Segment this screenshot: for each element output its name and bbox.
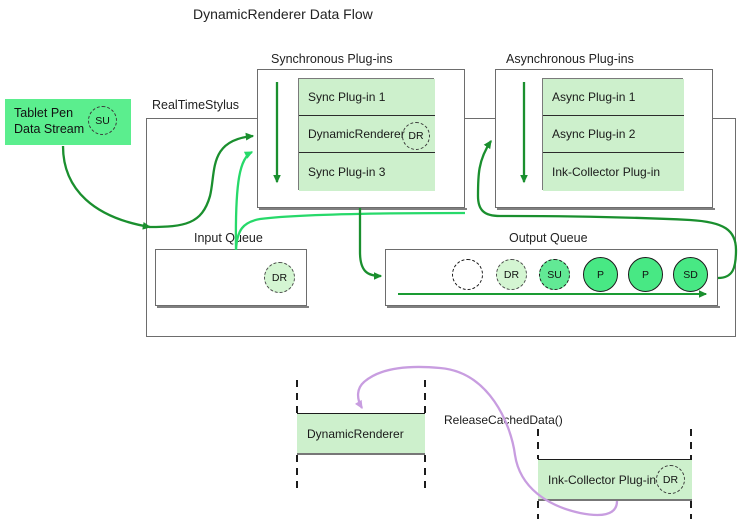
input-queue-shadow [157, 306, 309, 308]
async-plugin-row-1[interactable]: Async Plug-in 1 [543, 79, 684, 116]
realtimestylus-label: RealTimeStylus [152, 98, 240, 112]
output-queue-caption: Output Queue [509, 231, 588, 245]
output-queue-item-1-label: DR [503, 268, 520, 281]
output-queue-item-4-label: P [641, 268, 649, 281]
dr-badge-text: DR [408, 130, 424, 142]
input-queue-item-0[interactable]: DR [264, 262, 295, 293]
input-queue-item-0-label: DR [271, 271, 288, 284]
sync-plugins-caption: Synchronous Plug-ins [271, 52, 393, 66]
async-plugin-label-1: Async Plug-in 1 [552, 90, 636, 104]
async-plugins-stack: Async Plug-in 1 Async Plug-in 2 Ink-Coll… [542, 78, 684, 191]
output-queue-item-3[interactable]: P [583, 257, 618, 292]
input-queue-caption: Input Queue [194, 231, 263, 245]
sync-plugin-label-2: DynamicRenderer [308, 127, 405, 141]
page-title: DynamicRenderer Data Flow [193, 6, 373, 22]
stream-line-1: Tablet Pen [14, 106, 74, 121]
async-plugins-caption: Asynchronous Plug-ins [506, 52, 634, 66]
sync-plugin-label-1: Sync Plug-in 1 [308, 90, 386, 104]
sequence-right-actor-label: Ink-Collector Plug-in [548, 472, 657, 487]
sequence-left-actor-label: DynamicRenderer [307, 426, 404, 441]
stream-line-2: Data Stream [14, 122, 85, 136]
async-plugins-shadow [497, 208, 715, 210]
sync-plugins-shadow [259, 208, 467, 210]
async-plugin-label-3: Ink-Collector Plug-in [552, 165, 661, 179]
output-queue-item-5[interactable]: SD [673, 257, 708, 292]
output-queue-item-2-label: SU [547, 268, 562, 281]
sequence-left-activation: DynamicRenderer [297, 413, 425, 455]
tablet-pen-stream-label: Tablet Pen Data Stream [14, 106, 84, 137]
output-queue-item-5-label: SD [683, 268, 698, 281]
dynamicrenderer-dr-badge: DR [402, 122, 430, 150]
output-queue-item-0[interactable] [452, 259, 483, 290]
async-plugin-row-3[interactable]: Ink-Collector Plug-in [543, 153, 684, 191]
sync-plugin-row-3[interactable]: Sync Plug-in 3 [299, 153, 435, 191]
output-queue-item-1[interactable]: DR [496, 259, 527, 290]
sync-plugin-row-1[interactable]: Sync Plug-in 1 [299, 79, 435, 116]
stream-su-badge: SU [88, 106, 117, 135]
output-queue-item-2[interactable]: SU [539, 259, 570, 290]
release-cached-data-label: ReleaseCachedData() [444, 413, 563, 427]
sequence-right-dr-badge: DR [656, 465, 685, 494]
async-plugin-row-2[interactable]: Async Plug-in 2 [543, 116, 684, 153]
diagram-canvas: DynamicRenderer Data Flow RealTimeStylus… [0, 0, 740, 519]
arrow-stream-to-stylus [61, 145, 152, 230]
sequence-dr-badge-text: DR [662, 473, 679, 486]
su-badge-text: SU [95, 114, 110, 127]
async-plugin-label-2: Async Plug-in 2 [552, 127, 636, 141]
output-queue-item-3-label: P [596, 268, 604, 281]
output-queue-shadow [387, 306, 720, 308]
output-queue-item-4[interactable]: P [628, 257, 663, 292]
sync-plugin-label-3: Sync Plug-in 3 [308, 165, 386, 179]
